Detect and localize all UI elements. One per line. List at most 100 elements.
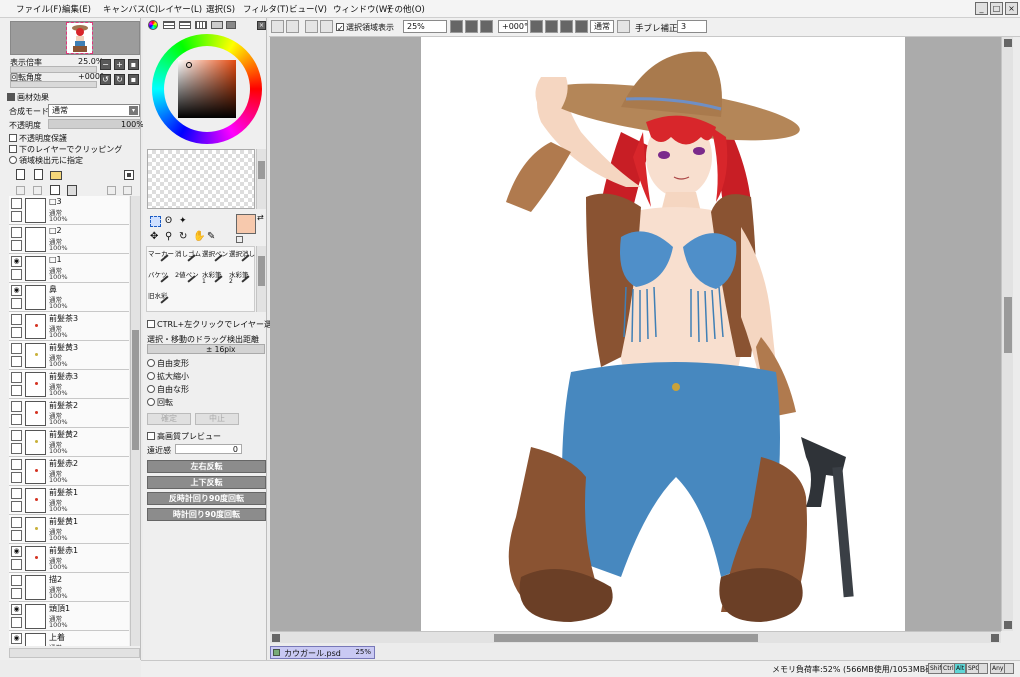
rotate-left-button[interactable]: ↺ <box>100 74 111 85</box>
transform-freeform-radio[interactable] <box>147 385 155 393</box>
layer-row[interactable]: 前髪茶3 通常 100% <box>9 312 129 341</box>
scroll-left-icon[interactable] <box>272 634 280 642</box>
eyedropper-icon[interactable]: ✎ <box>207 231 218 242</box>
visibility-toggle[interactable]: ◉ <box>11 256 22 267</box>
brush-grid-scrollbar[interactable] <box>256 246 266 312</box>
rotate-right-button[interactable]: ↻ <box>114 74 125 85</box>
brush-slot[interactable]: マーカー <box>147 248 174 268</box>
visibility-toggle[interactable] <box>11 401 22 412</box>
new-folder-icon[interactable] <box>50 171 62 180</box>
transform-free-radio[interactable] <box>147 359 155 367</box>
color-scratchpad[interactable] <box>147 149 255 209</box>
lock-toggle[interactable] <box>11 617 22 628</box>
canvas-hscrollbar[interactable] <box>270 631 1001 643</box>
transparent-color-icon[interactable] <box>236 236 243 243</box>
menu-view[interactable]: ビュー(V) <box>289 3 327 15</box>
rotate-reset-button[interactable]: ▪ <box>128 74 139 85</box>
menu-other[interactable]: その他(O) <box>386 3 425 15</box>
layer-row[interactable]: ◉ 前髪赤1 通常 100% <box>9 544 129 573</box>
canvas-page[interactable] <box>421 37 905 631</box>
brush-slot[interactable]: 選択消し <box>228 248 255 268</box>
layer-row[interactable]: 描2 通常 100% <box>9 573 129 602</box>
scroll-down-icon[interactable] <box>1004 621 1012 629</box>
canvas-hscroll-thumb[interactable] <box>494 634 758 642</box>
redo-button[interactable] <box>286 20 299 33</box>
layer-row[interactable]: ◉ 頭頂1 通常 100% <box>9 602 129 631</box>
clear-layer-icon[interactable] <box>50 185 60 195</box>
rotate-cw-icon[interactable] <box>560 20 573 33</box>
rotate-reset-icon[interactable] <box>575 20 588 33</box>
transform-rotate[interactable]: 回転 <box>147 397 173 408</box>
navigator-viewport-frame[interactable] <box>66 22 93 54</box>
scratchpad-icon[interactable] <box>211 21 223 29</box>
angle-dropdown-icon[interactable] <box>530 20 543 33</box>
flip-horizontal-button[interactable]: 左右反転 <box>147 460 266 473</box>
color-wheel-icon[interactable] <box>148 20 158 30</box>
hq-preview-checkbox[interactable] <box>147 432 155 440</box>
swap-colors-icon[interactable]: ⇄ <box>257 213 264 222</box>
selection-source-option[interactable]: 領域検出元に指定 <box>9 155 83 166</box>
clipping-option[interactable]: 下のレイヤーでクリッピング <box>9 144 122 155</box>
rgb-slider-icon[interactable] <box>163 21 175 29</box>
selection-display-option[interactable]: ✓ 選択領域表示 <box>336 22 394 33</box>
layer-row[interactable]: ◉ 鼻通常 100% <box>9 283 129 312</box>
rotate-ccw-icon[interactable] <box>545 20 558 33</box>
visibility-toggle[interactable] <box>11 517 22 528</box>
preserve-opacity-option[interactable]: 不透明度保護 <box>9 133 67 144</box>
brush-slot[interactable]: 選択ペン <box>201 248 228 268</box>
ctrl-click-checkbox[interactable] <box>147 320 155 328</box>
transform-freeform[interactable]: 自由な形 <box>147 384 189 395</box>
visibility-toggle[interactable] <box>11 343 22 354</box>
navigator-preview[interactable] <box>10 21 140 55</box>
visibility-toggle[interactable] <box>11 459 22 470</box>
close-icon[interactable]: × <box>257 21 266 30</box>
menu-edit[interactable]: 編集(E) <box>62 3 91 15</box>
layer-list-hscrollbar[interactable] <box>9 648 140 658</box>
visibility-toggle[interactable] <box>11 430 22 441</box>
scroll-up-icon[interactable] <box>1004 39 1012 47</box>
rotate-cw-button[interactable]: 時計回り90度回転 <box>147 508 266 521</box>
brush-slot[interactable]: 消しゴム <box>174 248 201 268</box>
stabilizer-select[interactable]: 3 <box>677 20 707 33</box>
lock-toggle[interactable] <box>11 414 22 425</box>
layer-row[interactable]: 前髪黄3 通常 100% <box>9 341 129 370</box>
visibility-toggle[interactable] <box>11 314 22 325</box>
layer-row[interactable]: 前髪黄1 通常 100% <box>9 515 129 544</box>
brush-slot[interactable]: 2値ペン <box>174 269 200 289</box>
magic-wand-icon[interactable]: ✦ <box>179 216 190 227</box>
hand-icon[interactable]: ✋ <box>193 231 205 242</box>
trash-icon[interactable] <box>67 185 77 196</box>
flip-view-icon[interactable] <box>617 20 630 33</box>
ctrl-click-option[interactable]: CTRL+左クリックでレイヤー選択 <box>147 319 280 330</box>
rotate-ccw-button[interactable]: 反時計回り90度回転 <box>147 492 266 505</box>
minimize-button[interactable]: _ <box>975 2 988 15</box>
lasso-icon[interactable]: ʘ <box>165 216 176 227</box>
rotate-slider[interactable] <box>10 81 97 88</box>
menu-canvas[interactable]: キャンバス(C) <box>103 3 158 15</box>
swatch-grid-icon[interactable] <box>195 21 207 29</box>
selection-display-checkbox[interactable]: ✓ <box>336 23 344 33</box>
hq-preview-option[interactable]: 高画質プレビュー <box>147 431 221 442</box>
scratchpad-scrollbar[interactable] <box>256 149 266 209</box>
visibility-toggle[interactable]: ◉ <box>11 604 22 615</box>
move-icon[interactable]: ✥ <box>150 231 161 242</box>
lock-toggle[interactable] <box>11 298 22 309</box>
zoom-select[interactable]: 25% <box>403 20 447 33</box>
transfer-down-icon[interactable] <box>16 186 25 195</box>
close-button[interactable]: × <box>1005 2 1018 15</box>
layer-scroll-thumb[interactable] <box>132 330 139 450</box>
clipping-checkbox[interactable] <box>9 145 17 153</box>
visibility-toggle[interactable] <box>11 372 22 383</box>
canvas-vscrollbar[interactable] <box>1001 37 1013 631</box>
flip-vertical-button[interactable]: 上下反転 <box>147 476 266 489</box>
layer-list-scrollbar[interactable] <box>130 196 140 646</box>
merge-visible-icon[interactable] <box>107 186 116 195</box>
lock-toggle[interactable] <box>11 472 22 483</box>
cancel-button[interactable]: 中止 <box>195 413 239 425</box>
restore-button[interactable]: □ <box>990 2 1003 15</box>
visibility-toggle[interactable] <box>11 488 22 499</box>
blend-mode-select[interactable]: 通常 ▾ <box>48 104 140 117</box>
scroll-right-icon[interactable] <box>991 634 999 642</box>
lock-toggle[interactable] <box>11 211 22 222</box>
visibility-toggle[interactable]: ◉ <box>11 633 22 644</box>
